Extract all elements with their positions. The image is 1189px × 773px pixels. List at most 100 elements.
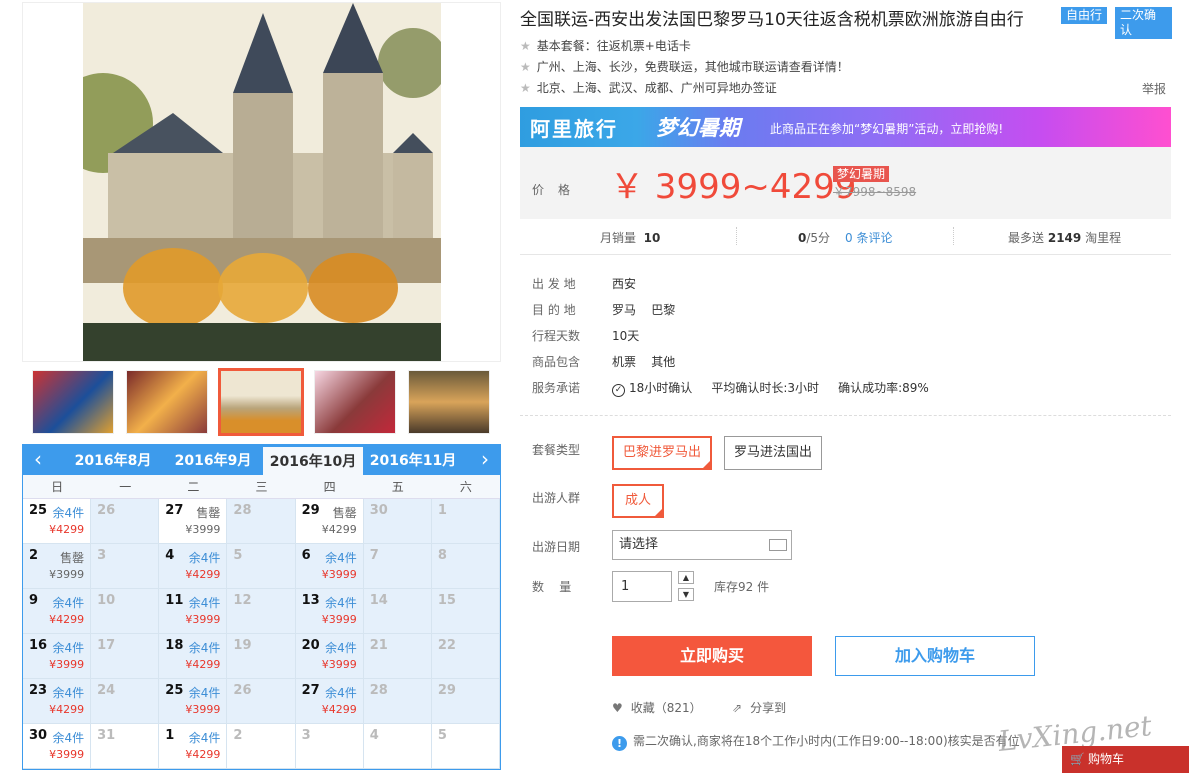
quantity-input[interactable]: 1 (612, 571, 672, 602)
buy-now-button[interactable]: 立即购买 (612, 636, 812, 676)
calendar-day-cell[interactable]: 26 (227, 679, 296, 724)
calendar-day-cell[interactable]: 5 (227, 544, 296, 589)
monthly-sales: 月销量 10 (600, 231, 661, 245)
calendar-day-cell[interactable]: 15 (431, 589, 500, 634)
calendar-day-cell[interactable]: 18 余4件 ¥4299 (159, 634, 228, 679)
promo-banner[interactable]: 阿里旅行 梦幻暑期 此商品正在参加“梦幻暑期”活动，立即抢购! (520, 107, 1171, 147)
calendar-day-cell[interactable]: 26 (91, 499, 160, 544)
calendar-day-cell[interactable]: 25 余4件 ¥4299 (23, 499, 92, 544)
calendar-day-cell[interactable]: 24 (91, 679, 160, 724)
calendar-day-cell[interactable]: 17 (91, 634, 160, 679)
calendar-day-cell[interactable]: 23 余4件 ¥4299 (23, 679, 92, 724)
calendar-month-tab[interactable]: 2016年8月 (63, 445, 163, 475)
calendar-day-cell[interactable]: 22 (431, 634, 500, 679)
calendar-day-cell[interactable]: 3 (295, 724, 364, 769)
weekday-label: 四 (323, 480, 336, 494)
calendar-day-cell[interactable]: 30 (363, 499, 432, 544)
calendar-day-cell[interactable]: 25 余4件 ¥3999 (159, 679, 228, 724)
day-number: 9 (29, 593, 39, 608)
calendar-day-cell[interactable]: 2 (227, 724, 296, 769)
package-option[interactable]: 罗马进法国出 (724, 436, 822, 470)
detail-label: 商品包含 (532, 355, 581, 369)
date-picker[interactable]: 请选择 (612, 530, 792, 560)
day-status: 余4件 (325, 641, 357, 655)
group-option-selected[interactable]: 成人 (612, 484, 664, 518)
day-number: 26 (233, 683, 252, 698)
calendar-day-cell[interactable]: 31 (91, 724, 160, 769)
add-to-cart-button[interactable]: 加入购物车 (835, 636, 1035, 676)
thumbnail-3-selected[interactable] (218, 368, 304, 436)
calendar-month-tab[interactable]: 2016年11月 (363, 445, 463, 475)
calendar-day-cell[interactable]: 28 (363, 679, 432, 724)
calendar-day-cell[interactable]: 9 余4件 ¥4299 (23, 589, 92, 634)
calendar-day-cell[interactable]: 14 (363, 589, 432, 634)
day-status: 余4件 (325, 551, 357, 565)
calendar-day-cell[interactable]: 29 售罄 ¥4299 (295, 499, 364, 544)
calendar-day-cell[interactable]: 10 (91, 589, 160, 634)
report-link[interactable]: 举报 (1142, 80, 1166, 97)
product-title: 全国联运-西安出发法国巴黎罗马10天往返含税机票欧洲旅游自由行 (520, 10, 1024, 30)
day-number: 31 (97, 728, 116, 743)
day-number: 11 (165, 593, 184, 608)
calendar-day-cell[interactable]: 21 (363, 634, 432, 679)
thumbnail-5[interactable] (408, 370, 490, 434)
calendar-day-cell[interactable]: 13 余4件 ¥3999 (295, 589, 364, 634)
stock-text: 库存92 件 (714, 580, 770, 594)
calendar-day-cell[interactable]: 19 (227, 634, 296, 679)
thumbnail-4[interactable] (314, 370, 396, 434)
calendar-day-cell[interactable]: 28 (227, 499, 296, 544)
calendar-month-tab[interactable]: 2016年9月 (163, 445, 263, 475)
calendar-day-cell[interactable]: 1 余4件 ¥4299 (159, 724, 228, 769)
calendar-day-cell[interactable]: 27 售罄 ¥3999 (159, 499, 228, 544)
feature-text: 广州、上海、长沙，免费联运，其他城市联运请查看详情！ (536, 60, 849, 74)
calendar-day-cell[interactable]: 12 (227, 589, 296, 634)
calendar-icon[interactable] (769, 539, 787, 551)
day-number: 27 (165, 503, 184, 518)
detail-label: 目 的 地 (532, 303, 576, 317)
day-number: 18 (165, 638, 184, 653)
detail-value: 罗马 巴黎 (612, 303, 676, 317)
calendar-day-cell[interactable]: 8 (431, 544, 500, 589)
day-status: 余4件 (188, 731, 221, 745)
package-option-selected[interactable]: 巴黎进罗马出 (612, 436, 712, 470)
day-status: 余4件 (52, 506, 85, 520)
calendar-day-cell[interactable]: 30 余4件 ¥3999 (23, 724, 92, 769)
heart-icon: ♥ (612, 701, 623, 715)
reviews-link[interactable]: 0 条评论 (845, 229, 892, 246)
calendar-day-cell[interactable]: 20 余4件 ¥3999 (295, 634, 364, 679)
decrement-icon[interactable]: ▼ (678, 588, 694, 601)
calendar-day-cell[interactable]: 29 (431, 679, 500, 724)
floating-cart-button[interactable]: 🛒 购物车 (1062, 746, 1189, 773)
date-label: 出游日期 (532, 540, 581, 554)
calendar-month-tab-active[interactable]: 2016年10月 (263, 447, 363, 475)
day-number: 15 (437, 593, 456, 608)
thumbnail-2[interactable] (126, 370, 208, 434)
rating: 0/5分 (798, 231, 831, 245)
calendar-day-cell[interactable]: 1 (431, 499, 500, 544)
chevron-left-icon[interactable]: ‹ (23, 445, 53, 475)
calendar-day-cell[interactable]: 7 (363, 544, 432, 589)
day-number: 2 (29, 548, 39, 563)
calendar-day-cell[interactable]: 5 (431, 724, 500, 769)
share-button[interactable]: ⇗ 分享到 (732, 699, 786, 716)
day-price: ¥4299 (185, 748, 221, 761)
favorite-button[interactable]: ♥ 收藏（821） (612, 699, 702, 716)
increment-icon[interactable]: ▲ (678, 571, 694, 584)
calendar-day-cell[interactable]: 2 售罄 ¥3999 (23, 544, 92, 589)
day-status: 余4件 (52, 686, 85, 700)
calendar-day-cell[interactable]: 27 余4件 ¥4299 (295, 679, 364, 724)
calendar-day-cell[interactable]: 4 余4件 ¥4299 (159, 544, 228, 589)
calendar-day-cell[interactable]: 11 余4件 ¥3999 (159, 589, 228, 634)
chevron-right-icon[interactable]: › (470, 445, 500, 475)
calendar-day-cell[interactable]: 4 (363, 724, 432, 769)
calendar-day-cell[interactable]: 16 余4件 ¥3999 (23, 634, 92, 679)
calendar-day-cell[interactable]: 6 余4件 ¥3999 (295, 544, 364, 589)
cart-icon: 🛒 (1070, 752, 1085, 766)
day-status: 售罄 (196, 506, 221, 520)
day-number: 30 (369, 503, 388, 518)
day-price: ¥3999 (185, 523, 221, 536)
calendar-day-cell[interactable]: 3 (91, 544, 160, 589)
thumbnail-1[interactable] (32, 370, 114, 434)
banner-brand: 阿里旅行 (530, 117, 618, 141)
info-icon: ! (612, 736, 627, 751)
